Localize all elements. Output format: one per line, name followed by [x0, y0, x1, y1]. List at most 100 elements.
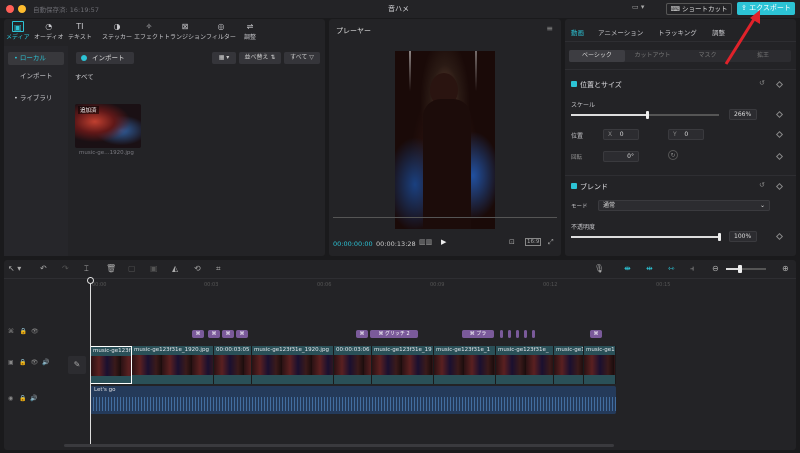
- effect-marker[interactable]: [508, 330, 511, 338]
- playhead-handle[interactable]: [87, 277, 94, 284]
- link-icon[interactable]: ⇹: [646, 264, 653, 273]
- select-tool-icon[interactable]: ↖ ▾: [8, 264, 21, 273]
- effect-clip[interactable]: ⌘: [236, 330, 248, 338]
- zoom-out-icon[interactable]: ⊖: [712, 264, 719, 273]
- scale-slider[interactable]: [571, 111, 719, 119]
- preview-scrubber[interactable]: [333, 217, 557, 218]
- tab-text[interactable]: TI テキスト: [68, 21, 92, 43]
- video-clip[interactable]: 00:00:03:05: [214, 346, 252, 384]
- opacity-value[interactable]: 100%: [729, 231, 757, 242]
- slider-knob[interactable]: [717, 233, 721, 241]
- scale-value[interactable]: 266%: [729, 109, 757, 120]
- rotate-field[interactable]: 0°: [603, 151, 639, 162]
- keyframe-icon[interactable]: [775, 182, 784, 191]
- cover-edit-icon[interactable]: ✎: [68, 356, 86, 374]
- undo-icon[interactable]: ↶: [40, 264, 47, 273]
- reset-icon[interactable]: ↺: [759, 181, 765, 189]
- redo-icon[interactable]: ↷: [62, 264, 69, 273]
- import-button[interactable]: インポート: [76, 52, 134, 64]
- video-preview[interactable]: [395, 51, 495, 229]
- fit-screen-icon[interactable]: ⊡: [509, 238, 515, 246]
- sidebar-item-import[interactable]: インポート: [8, 70, 64, 83]
- sidebar-item-local[interactable]: • ローカル: [8, 52, 64, 65]
- timeline-scrollbar[interactable]: [64, 444, 614, 447]
- effect-clip[interactable]: ⌘ グリッチ 2: [370, 330, 418, 338]
- play-icon[interactable]: ▶: [441, 238, 446, 246]
- position-x-field[interactable]: X 0: [603, 129, 639, 140]
- minimize-window-button[interactable]: [18, 5, 26, 13]
- blend-mode-select[interactable]: 通常 ⌄: [598, 200, 770, 211]
- rotate-icon[interactable]: ⟲: [194, 264, 201, 273]
- tab-sticker[interactable]: ◑ ステッカー: [102, 21, 132, 43]
- fullscreen-icon[interactable]: ⤢: [548, 238, 554, 247]
- microphone-icon[interactable]: 🎙: [594, 264, 604, 273]
- tab-adjust[interactable]: ⇌ 調整: [244, 21, 256, 43]
- tab-media[interactable]: ▣ メディア: [6, 21, 30, 43]
- video-clip[interactable]: music-ge123f31e_1: [434, 346, 496, 384]
- effect-clip[interactable]: ⌘: [222, 330, 234, 338]
- keyframe-icon[interactable]: [775, 80, 784, 89]
- effect-clip[interactable]: ⌘: [208, 330, 220, 338]
- position-y-field[interactable]: Y 0: [668, 129, 704, 140]
- snap-icon[interactable]: ⇼: [624, 264, 631, 273]
- close-window-button[interactable]: [6, 5, 14, 13]
- position-size-section[interactable]: 位置とサイズ: [571, 80, 622, 90]
- effect-clip[interactable]: ⌘: [590, 330, 602, 338]
- effect-marker[interactable]: [532, 330, 535, 338]
- effect-clip[interactable]: ⌘: [356, 330, 368, 338]
- video-clip[interactable]: music-ge123f31e_1920.jpg: [132, 346, 214, 384]
- blend-section[interactable]: ブレンド: [571, 182, 608, 192]
- slider-knob[interactable]: [646, 111, 650, 119]
- sidebar-item-library[interactable]: • ライブラリ: [8, 92, 64, 105]
- audio-clip[interactable]: Let's go: [90, 386, 616, 414]
- reset-icon[interactable]: ↺: [759, 79, 765, 87]
- tab-transition[interactable]: ⊠ トランジション: [164, 21, 206, 43]
- effect-clip[interactable]: ⌘: [192, 330, 204, 338]
- zoom-slider[interactable]: [726, 265, 766, 273]
- checkbox-icon[interactable]: [571, 183, 577, 189]
- view-toggle-button[interactable]: ▦ ▾: [212, 52, 236, 64]
- freeze-icon[interactable]: ▣: [150, 264, 158, 273]
- effect-marker[interactable]: [500, 330, 503, 338]
- video-clip[interactable]: music-ge123f31e_19: [584, 346, 616, 384]
- zoom-knob[interactable]: [738, 265, 742, 273]
- keyframe-icon[interactable]: [775, 130, 784, 139]
- crop-icon[interactable]: ⌗: [216, 264, 221, 274]
- mirror-icon[interactable]: ◭: [172, 264, 178, 273]
- tab-audio[interactable]: ◔ オーディオ: [34, 21, 64, 43]
- split-icon[interactable]: ⌶: [84, 264, 89, 274]
- playhead[interactable]: [90, 277, 91, 447]
- video-clip[interactable]: music-ge123f: [90, 346, 132, 384]
- subtab-basic[interactable]: ベーシック: [569, 50, 625, 62]
- effect-clip[interactable]: ⌘ ブラ: [462, 330, 494, 338]
- keyframe-icon[interactable]: [775, 152, 784, 161]
- crop-disabled-icon[interactable]: ▢: [128, 264, 136, 273]
- zoom-fit-icon[interactable]: ⊕: [782, 264, 789, 273]
- tab-filter[interactable]: ◎ フィルター: [206, 21, 236, 43]
- keyframe-icon[interactable]: [775, 110, 784, 119]
- rotate-dial-icon[interactable]: ↻: [668, 150, 678, 160]
- subtab-cutout[interactable]: カットアウト: [625, 50, 680, 62]
- video-clip[interactable]: music-ge123f31e_1920.jpg: [252, 346, 334, 384]
- split-view-icon[interactable]: ⫞: [690, 264, 694, 274]
- filter-button[interactable]: すべて ▽: [284, 52, 320, 64]
- effect-marker[interactable]: [516, 330, 519, 338]
- video-clip[interactable]: music-ge123f31e_: [496, 346, 554, 384]
- video-clip[interactable]: music-ge123f31e_: [554, 346, 584, 384]
- timeline-mode-icon[interactable]: ▥▥: [419, 238, 432, 246]
- menu-icon[interactable]: ≡: [546, 24, 553, 33]
- layout-icon[interactable]: ▭ ▾: [632, 3, 654, 15]
- ratio-icon[interactable]: 16:9: [525, 238, 542, 246]
- tab-effect[interactable]: ✧ エフェクト: [134, 21, 164, 43]
- tab-animation[interactable]: アニメーション: [598, 27, 643, 37]
- video-clip[interactable]: 00:00:03:06: [334, 346, 372, 384]
- tab-video[interactable]: 動画: [571, 27, 584, 37]
- video-clip[interactable]: music-ge123f31e_19: [372, 346, 434, 384]
- tab-tracking[interactable]: トラッキング: [658, 27, 697, 37]
- opacity-slider[interactable]: [571, 233, 721, 241]
- sort-button[interactable]: 並べ替え ⇅: [239, 52, 281, 64]
- effect-marker[interactable]: [524, 330, 527, 338]
- media-thumbnail[interactable]: 追加済: [75, 104, 141, 148]
- preview-axis-icon[interactable]: ⇿: [668, 264, 675, 273]
- keyframe-icon[interactable]: [775, 232, 784, 241]
